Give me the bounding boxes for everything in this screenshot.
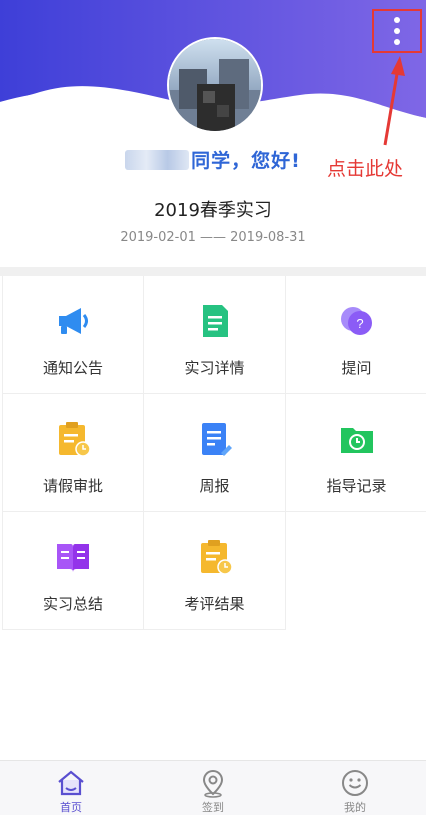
bottom-tab-bar: 首页 签到 我的 — [0, 760, 426, 815]
home-icon — [58, 770, 84, 796]
feature-label: 提问 — [341, 359, 372, 377]
feature-notices[interactable]: 通知公告 — [2, 276, 144, 394]
section-divider — [0, 267, 426, 276]
feature-label: 通知公告 — [42, 359, 103, 377]
tab-label: 签到 — [202, 801, 224, 814]
tab-profile[interactable]: 我的 — [284, 761, 426, 815]
weekly-report-icon — [201, 423, 232, 456]
feature-weekly-report[interactable]: 周报 — [144, 394, 286, 512]
evaluation-icon — [200, 540, 233, 575]
tab-label: 我的 — [344, 801, 366, 814]
megaphone-icon — [59, 308, 88, 334]
feature-internship-details[interactable]: 实习详情 — [144, 276, 286, 394]
feature-internship-summary[interactable]: 实习总结 — [2, 512, 144, 630]
folder-clock-icon — [340, 428, 373, 453]
tab-home[interactable]: 首页 — [0, 761, 142, 815]
feature-leave-approval[interactable]: 请假审批 — [2, 394, 144, 512]
annotation-label: 点击此处 — [327, 158, 404, 180]
tab-check-in[interactable]: 签到 — [142, 761, 284, 815]
tab-label: 首页 — [60, 801, 82, 814]
program-title: 2019春季实习 — [154, 200, 272, 221]
leave-approval-icon — [59, 422, 91, 457]
feature-questions[interactable]: ? 提问 — [286, 276, 426, 394]
location-pin-icon — [202, 769, 224, 798]
feature-label: 指导记录 — [326, 477, 387, 495]
book-icon — [57, 544, 89, 572]
question-bubble-icon: ? — [340, 307, 372, 335]
feature-label: 周报 — [199, 477, 230, 495]
program-dates: 2019-02-01 —— 2019-08-31 — [120, 230, 306, 245]
document-icon — [202, 305, 228, 337]
feature-guidance-records[interactable]: 指导记录 — [286, 394, 426, 512]
feature-label: 实习详情 — [184, 359, 245, 377]
feature-label: 考评结果 — [184, 595, 245, 613]
feature-label: 请假审批 — [42, 477, 103, 495]
feature-grid: 通知公告 实习详情 ? 提问 请假审批 周报 指导记录 实习总结 考评结果 — [2, 276, 426, 630]
feature-evaluation-results[interactable]: 考评结果 — [144, 512, 286, 630]
feature-label: 实习总结 — [42, 595, 103, 613]
smiley-icon — [342, 770, 368, 796]
svg-text:?: ? — [356, 316, 363, 331]
